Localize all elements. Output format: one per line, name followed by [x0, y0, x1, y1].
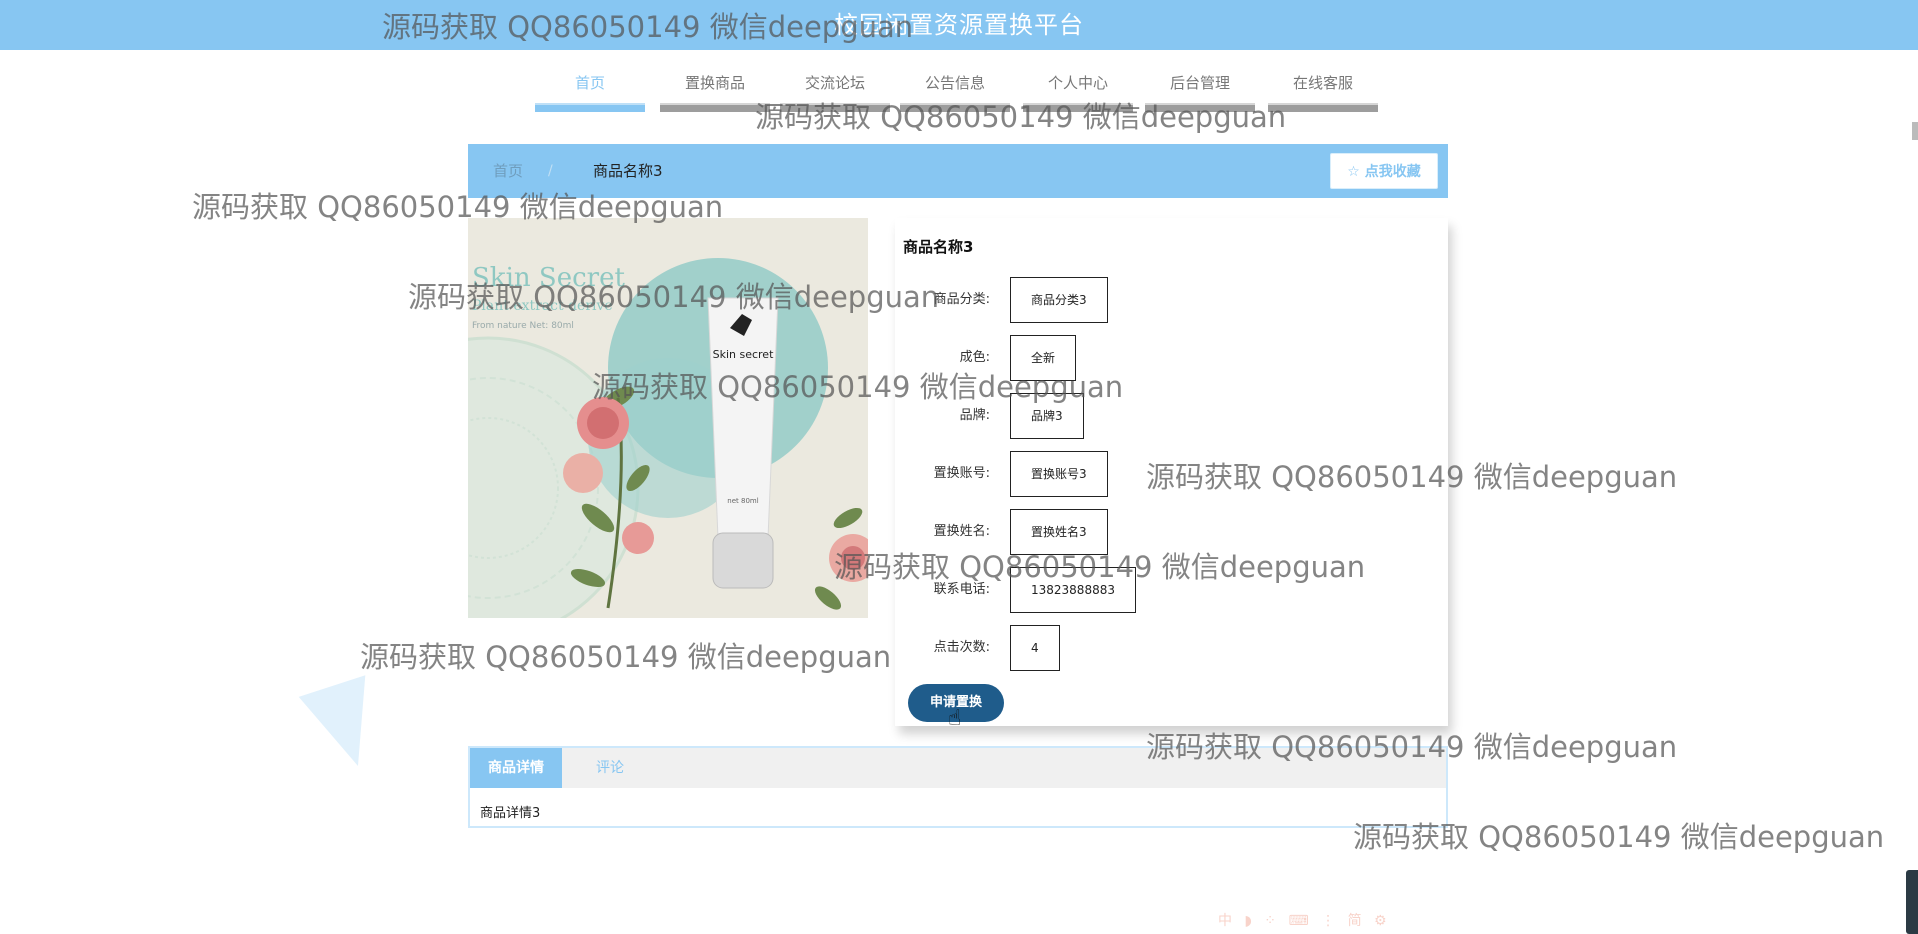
condition-value: 全新 — [1010, 335, 1077, 381]
scrollbar-thumb[interactable] — [1912, 122, 1918, 140]
nav-item-exchange-goods[interactable]: 置换商品 — [660, 72, 770, 112]
brand-value: 品牌3 — [1010, 393, 1084, 439]
field-label: 品牌: — [959, 408, 990, 423]
product-name: 商品名称3 — [903, 238, 974, 256]
tab-product-details[interactable]: 商品详情 — [470, 748, 562, 788]
field-label: 商品分类: — [933, 292, 990, 307]
nav-item-label: 个人中心 — [1047, 74, 1108, 92]
field-label: 置换账号: — [933, 466, 990, 481]
decorative-triangle — [298, 675, 392, 777]
nav-item-label: 后台管理 — [1169, 74, 1230, 92]
product-tabs: 商品详情 评论 商品详情3 — [468, 746, 1448, 828]
hand-cursor-icon: ☝ — [948, 706, 962, 731]
product-volume-text: net 80ml — [727, 497, 758, 505]
nav-item-underline — [900, 103, 1010, 112]
breadcrumb-separator: / — [548, 163, 553, 179]
nav-item-announcements[interactable]: 公告信息 — [900, 72, 1010, 112]
nav-item-profile[interactable]: 个人中心 — [1023, 72, 1133, 112]
nav-item-underline — [1145, 103, 1255, 112]
site-title: 校园闲置资源置换平台 — [834, 11, 1084, 39]
nav-item-admin[interactable]: 后台管理 — [1145, 72, 1255, 112]
nav-item-label: 在线客服 — [1292, 74, 1353, 92]
category-value: 商品分类3 — [1010, 277, 1108, 323]
exchange-name-value: 置换姓名3 — [1010, 509, 1108, 555]
side-widget-handle[interactable] — [1906, 870, 1918, 934]
breadcrumb-current: 商品名称3 — [593, 162, 663, 180]
phone-value: 13823888883 — [1010, 567, 1136, 613]
watermark: 源码获取 QQ86050149 微信deepguan — [360, 640, 892, 674]
field-label: 点击次数: — [933, 640, 990, 655]
product-image: Skin secret net 80ml Skin Secret Plant e… — [468, 218, 868, 618]
nav-item-underline — [535, 103, 645, 112]
tab-comments[interactable]: 评论 — [578, 748, 642, 788]
field-label: 置换姓名: — [933, 524, 990, 539]
bg-subtitle-text: Plant extract derive — [472, 298, 613, 314]
field-label: 成色: — [959, 350, 990, 365]
breadcrumb: 首页 / 商品名称3 ☆ 点我收藏 — [468, 144, 1448, 198]
product-photo-illustration: Skin secret net 80ml Skin Secret Plant e… — [468, 218, 868, 618]
nav-item-label: 公告信息 — [924, 74, 985, 92]
nav-item-underline — [780, 103, 890, 112]
bg-title-text: Skin Secret — [472, 263, 625, 293]
exchange-account-value: 置换账号3 — [1010, 451, 1108, 497]
ime-toolbar: 中 ◗ ⁘ ⌨ ⋮ 简 ⚙ — [1218, 913, 1391, 929]
nav-item-label: 交流论坛 — [804, 74, 865, 92]
nav-item-forum[interactable]: 交流论坛 — [780, 72, 890, 112]
tabs-header: 商品详情 评论 — [470, 748, 1446, 788]
field-label: 联系电话: — [933, 582, 990, 597]
nav-item-home[interactable]: 首页 — [535, 72, 645, 112]
nav-item-underline — [660, 103, 770, 112]
nav-item-online-service[interactable]: 在线客服 — [1268, 72, 1378, 112]
tab-content: 商品详情3 — [480, 806, 541, 821]
click-count-value: 4 — [1010, 625, 1060, 671]
breadcrumb-home-link[interactable]: 首页 — [493, 144, 523, 198]
nav-item-underline — [1268, 103, 1378, 112]
nav-item-label: 置换商品 — [684, 74, 745, 92]
nav-item-underline — [1023, 103, 1133, 112]
bg-note-text: From nature Net: 80ml — [472, 321, 574, 331]
nav-item-label: 首页 — [574, 74, 605, 92]
favorite-button[interactable]: ☆ 点我收藏 — [1330, 153, 1438, 189]
product-brand-text: Skin secret — [713, 348, 774, 361]
